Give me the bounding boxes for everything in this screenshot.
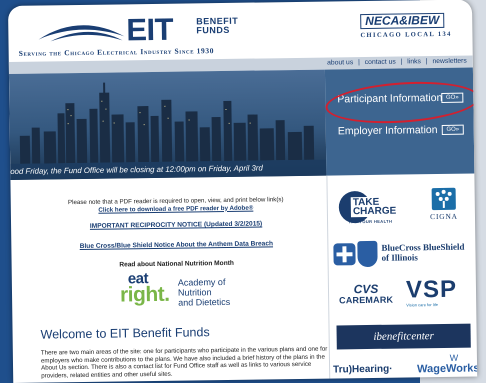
take-charge-line-2: CHARGE <box>352 205 397 218</box>
bcbs-illinois-logo[interactable]: BlueCross BlueShield of Illinois <box>333 240 473 270</box>
employer-information-link[interactable]: Employer Information GO» <box>338 122 474 140</box>
cigna-tree-icon <box>431 187 456 211</box>
browser-page: EIT BENEFIT FUNDS Serving the Chicago El… <box>8 0 478 383</box>
employer-information-label: Employer Information <box>337 124 438 138</box>
eatright-wordmark: eat right. <box>119 270 170 307</box>
blue-shield-icon <box>357 240 378 268</box>
hero-skyline-banner: ood Friday, the Fund Office will be clos… <box>8 69 327 180</box>
eatright-academy-text: Academy of Nutrition and Dietetics <box>178 277 260 308</box>
pdf-reader-note: Please note that a PDF reader is require… <box>51 196 301 214</box>
wageworks-text: WageWorks <box>417 362 478 376</box>
truhearing-text: Tru)Hearing· <box>333 363 393 376</box>
cigna-logo[interactable]: CIGNA <box>421 187 468 229</box>
eatright-logo-link[interactable]: eat right. Academy of Nutrition and Diet… <box>119 270 260 308</box>
logo-eit-text[interactable]: EIT <box>126 12 173 49</box>
site-tagline: Serving the Chicago Electrical Industry … <box>18 46 215 58</box>
eatright-academy-line-2: and Dietetics <box>178 296 231 308</box>
vsp-wordmark: VSP <box>405 275 458 304</box>
vsp-logo[interactable]: VSP Vision care for life <box>405 275 470 313</box>
eatright-right: right. <box>119 282 170 307</box>
nav-separator: | <box>358 59 360 67</box>
main-content: Please note that a PDF reader is require… <box>10 176 329 383</box>
welcome-heading: Welcome to EIT Benefit Funds <box>40 325 210 342</box>
bcbs-line-1: BlueCross BlueShield <box>381 241 465 253</box>
cvs-text: CVS <box>353 281 379 297</box>
neca-ibew-logo[interactable]: NECA&IBEW CHICAGO LOCAL 134 <box>360 11 464 40</box>
employer-go-button[interactable]: GO» <box>441 124 464 135</box>
take-charge-text: TAKE CHARGE <box>350 196 399 218</box>
wageworks-logo[interactable]: W WageWorks <box>417 353 477 376</box>
neca-ibew-logo-sub: CHICAGO LOCAL 134 <box>360 30 452 40</box>
caremark-text: CAREMARK <box>339 294 394 306</box>
partner-logos-column: TAKE CHARGE IT'S YOUR HEALTH CIGNA BlueC… <box>328 178 477 379</box>
bcbs-line-2: of Illinois <box>381 252 418 263</box>
reciprocity-notice-link[interactable]: IMPORTANT RECIPROCITY NOTICE (Updated 3/… <box>51 220 301 230</box>
blue-cross-icon <box>333 243 356 266</box>
eatright-academy-line-1: Academy of Nutrition <box>177 276 226 298</box>
nav-separator: | <box>425 58 428 66</box>
ibenefitcenter-logo[interactable]: ibenefitcenter <box>336 323 471 350</box>
nav-separator: | <box>400 58 403 66</box>
take-charge-sub: IT'S YOUR HEALTH <box>349 218 393 225</box>
site-header: EIT BENEFIT FUNDS Serving the Chicago El… <box>8 0 473 62</box>
swoosh-logo-icon <box>38 25 125 42</box>
logo-funds-line: FUNDS <box>196 24 230 36</box>
cvs-caremark-logo[interactable]: CVS CAREMARK <box>334 281 398 314</box>
cigna-text: CIGNA <box>430 211 458 222</box>
nav-links-link[interactable]: links <box>407 58 421 65</box>
nav-contact-link[interactable]: contact us <box>365 59 396 66</box>
nutrition-month-label: Read about National Nutrition Month <box>119 259 234 269</box>
logo-benefit-funds-text: BENEFIT FUNDS <box>196 16 238 36</box>
truhearing-logo[interactable]: Tru)Hearing· <box>333 358 407 377</box>
nav-newsletters-link[interactable]: newsletters <box>432 58 466 65</box>
bcbs-text: BlueCross BlueShield of Illinois <box>381 242 464 263</box>
nav-about-link[interactable]: about us <box>327 59 353 66</box>
welcome-body-text: There are two main areas of the site: on… <box>40 345 328 380</box>
take-charge-logo[interactable]: TAKE CHARGE IT'S YOUR HEALTH <box>338 190 401 228</box>
bcbs-notice-link[interactable]: Blue Cross/Blue Shield Notice About the … <box>51 240 301 250</box>
neca-ibew-logo-text: NECA&IBEW <box>360 12 445 30</box>
